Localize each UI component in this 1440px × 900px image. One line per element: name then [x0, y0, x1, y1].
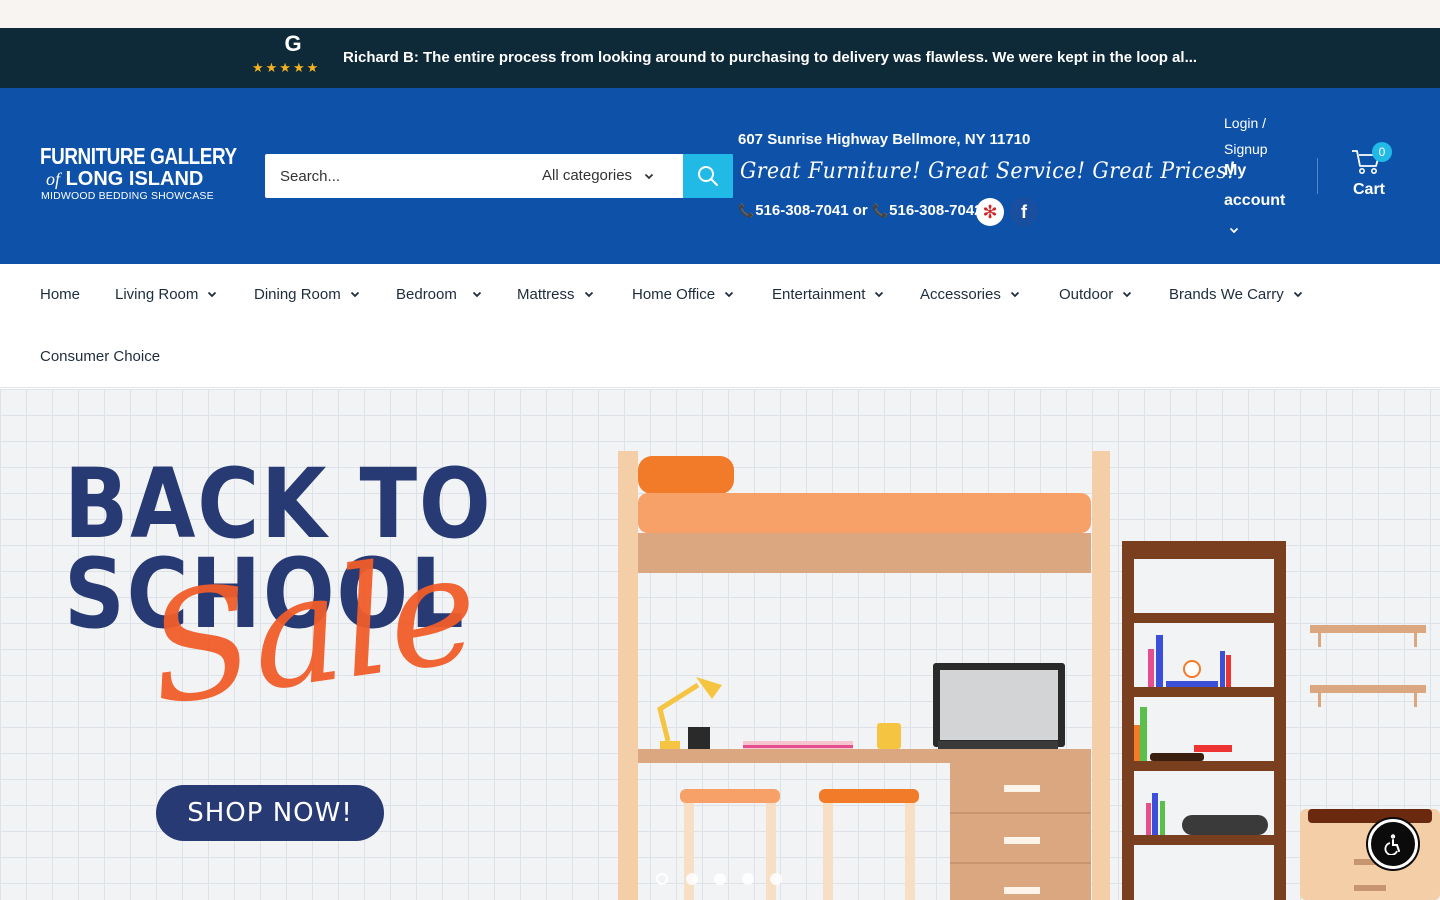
store-info: 607 Sunrise Highway Bellmore, NY 11710 G… [738, 128, 1236, 238]
chevron-down-icon [644, 173, 654, 180]
nav-item-accessories[interactable]: Accessories [920, 285, 1021, 305]
header-divider [1317, 158, 1318, 194]
nav-item-home-office[interactable]: Home Office [632, 285, 735, 305]
phone-numbers: 📞516-308-7041 or 📞516-308-7042 [738, 200, 983, 222]
phone-icon: 📞 [738, 203, 755, 218]
category-select-label: All categories [542, 167, 633, 184]
cart-label: Cart [1353, 181, 1386, 198]
search-icon [698, 166, 718, 186]
chevron-down-icon [472, 291, 482, 298]
carousel-dot[interactable] [770, 873, 782, 885]
account-menu[interactable]: Login / Signup My account [1224, 108, 1304, 248]
logo-line-3: MIDWOOD BEDDING SHOWCASE [41, 190, 214, 202]
site-logo[interactable]: FURNITURE GALLERY of LONG ISLAND MIDWOOD… [40, 144, 237, 204]
chevron-down-icon [1010, 291, 1019, 298]
hero-banner[interactable]: BACK TO SCHOOL Sale SHOP NOW! [0, 389, 1440, 900]
nav-item-dining-room[interactable]: Dining Room [254, 285, 361, 305]
chevron-down-icon [584, 291, 593, 298]
my-account-link[interactable]: My account [1224, 156, 1294, 216]
nav-item-outdoor[interactable]: Outdoor [1059, 285, 1133, 305]
review-text[interactable]: Richard B: The entire process from looki… [343, 48, 1203, 68]
carousel-dot[interactable] [714, 873, 726, 885]
logo-of: of [46, 169, 61, 189]
chevron-down-icon [350, 291, 359, 298]
review-bar[interactable]: G ★★★★★ Richard B: The entire process fr… [0, 28, 1440, 88]
nav-item-living-room[interactable]: Living Room [115, 285, 218, 305]
chevron-down-icon [875, 291, 884, 298]
yelp-icon[interactable] [976, 198, 1004, 226]
chevron-down-icon [208, 291, 217, 298]
hero-sale-text: Sale [138, 521, 489, 740]
nav-item-entertainment[interactable]: Entertainment [772, 285, 885, 305]
nav-item-brands-we-carry[interactable]: Brands We Carry [1169, 285, 1304, 305]
chevron-down-icon[interactable] [1228, 224, 1240, 236]
chevron-down-icon [724, 291, 734, 298]
chevron-down-icon [1123, 291, 1132, 298]
carousel-dot[interactable] [686, 873, 698, 885]
carousel-dot[interactable] [742, 873, 754, 885]
nav-item-mattress[interactable]: Mattress [517, 285, 595, 305]
rating-stars: ★★★★★ [252, 60, 321, 75]
nav-item-home[interactable]: Home [40, 285, 80, 305]
logo-line-1: FURNITURE GALLERY [40, 143, 237, 169]
phone-icon: 📞 [871, 203, 889, 218]
store-address[interactable]: 607 Sunrise Highway Bellmore, NY 11710 [738, 130, 1030, 150]
cart-button[interactable]: 0 Cart [1345, 142, 1405, 204]
dorm-furniture-illustration [618, 451, 1440, 900]
site-header: FURNITURE GALLERY of LONG ISLAND MIDWOOD… [0, 88, 1440, 264]
top-strip [0, 0, 1440, 28]
carousel-dot[interactable] [656, 873, 668, 885]
cart-count-badge: 0 [1372, 142, 1392, 162]
search-input[interactable] [265, 154, 517, 198]
logo-line-2: of LONG ISLAND [46, 168, 203, 190]
accessibility-button[interactable] [1368, 819, 1418, 869]
nav-item-bedroom[interactable]: Bedroom [396, 285, 483, 305]
carousel-dots [656, 873, 788, 887]
chevron-down-icon [1293, 291, 1302, 298]
facebook-icon[interactable] [1010, 198, 1038, 226]
login-signup-link[interactable]: Login / Signup [1224, 110, 1294, 162]
category-select[interactable]: All categories [517, 154, 683, 198]
shop-now-button[interactable]: SHOP NOW! [156, 785, 384, 841]
phone-link-1[interactable]: 516-308-7041 or [755, 202, 868, 219]
search-button[interactable] [683, 154, 733, 198]
google-icon: G [284, 31, 302, 56]
phone-link-2[interactable]: 516-308-7042 [889, 202, 982, 219]
nav-item-consumer-choice[interactable]: Consumer Choice [40, 347, 160, 367]
logo-long-island: LONG ISLAND [65, 168, 204, 190]
store-slogan: Great Furniture! Great Service! Great Pr… [740, 159, 1236, 184]
search-form: All categories [265, 154, 733, 198]
accessibility-icon [1384, 834, 1400, 855]
main-navigation: Home Living Room Dining Room Bedroom Mat… [0, 264, 1440, 388]
